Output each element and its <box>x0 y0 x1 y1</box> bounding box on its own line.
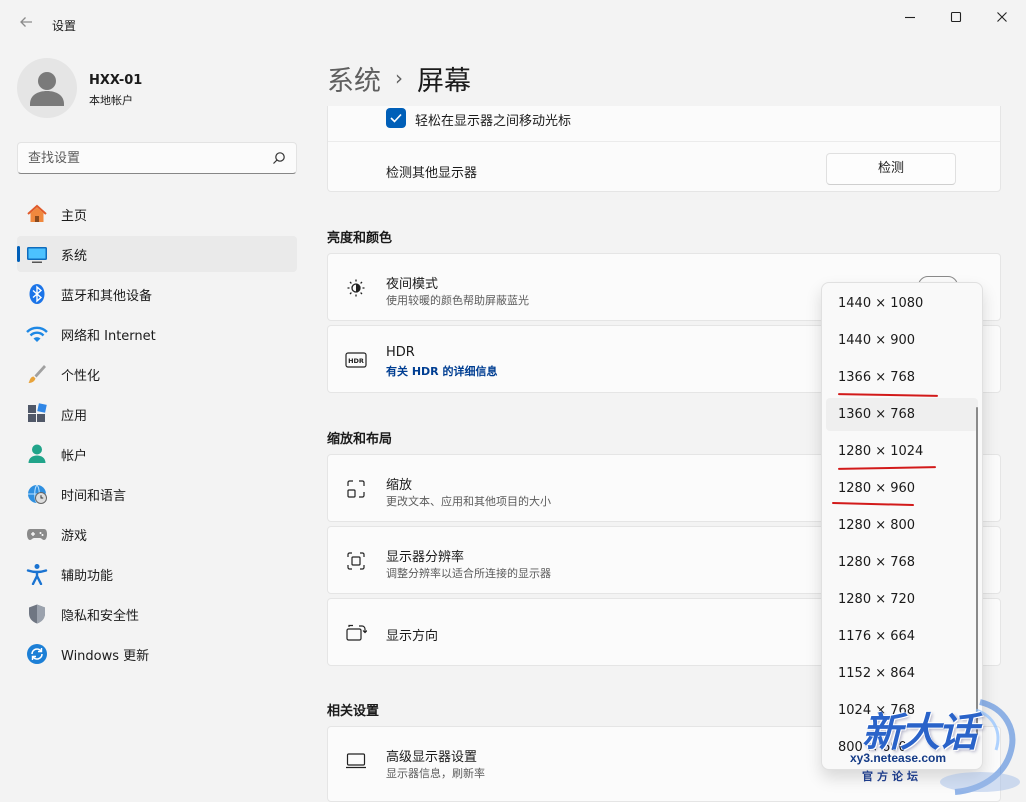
sidebar-item-time-language[interactable]: 时间和语言 <box>17 476 297 512</box>
resolution-option[interactable]: 1366 × 768 <box>826 361 978 394</box>
sidebar-item-apps[interactable]: 应用 <box>17 396 297 432</box>
accessibility-icon <box>26 563 48 585</box>
resolution-option[interactable]: 1280 × 800 <box>826 509 978 542</box>
orientation-icon <box>345 622 367 644</box>
sidebar-item-windows-update[interactable]: Windows 更新 <box>17 636 297 672</box>
app-title: 设置 <box>52 19 77 33</box>
sidebar-item-accessibility[interactable]: 辅助功能 <box>17 556 297 592</box>
resolution-subtitle: 调整分辨率以适合所连接的显示器 <box>386 567 551 580</box>
sidebar-item-label: 辅助功能 <box>61 568 114 584</box>
breadcrumb: 系统 › 屏幕 <box>327 58 471 98</box>
wifi-icon <box>26 323 48 345</box>
brush-icon <box>26 363 48 385</box>
sidebar-nav: 主页 系统 蓝牙和其他设备 网络和 Internet 个性化 应用 帐户 时间和… <box>17 196 297 676</box>
hdr-icon: HDR <box>345 349 367 371</box>
night-light-title: 夜间模式 <box>386 277 439 292</box>
shield-icon <box>26 603 48 625</box>
update-icon <box>26 643 48 665</box>
resolution-title: 显示器分辨率 <box>386 550 465 565</box>
section-title-related: 相关设置 <box>327 704 380 719</box>
detect-button[interactable]: 检测 <box>826 153 956 185</box>
divider <box>328 141 1000 142</box>
sidebar-item-label: 应用 <box>61 408 88 424</box>
move-cursor-row[interactable]: 轻松在显示器之间移动光标 <box>328 107 1001 135</box>
svg-text:HDR: HDR <box>348 357 364 365</box>
sidebar-item-label: 时间和语言 <box>61 488 127 504</box>
search-icon[interactable] <box>272 151 286 165</box>
watermark-url: xy3.netease.com <box>850 751 947 765</box>
checkmark-icon <box>390 113 402 123</box>
close-icon[interactable] <box>979 6 1025 28</box>
site-watermark: 新大话 xy3.netease.com 官方论坛 <box>830 690 1026 802</box>
sidebar-item-label: 个性化 <box>61 368 101 384</box>
resolution-option[interactable]: 1440 × 1080 <box>826 287 978 320</box>
apps-icon <box>26 403 48 425</box>
gamepad-icon <box>26 523 48 545</box>
multi-display-card: 轻松在显示器之间移动光标 检测其他显示器 检测 <box>327 106 1001 192</box>
system-icon <box>26 243 48 265</box>
hdr-info-link[interactable]: 有关 HDR 的详细信息 <box>386 363 497 379</box>
sidebar-item-accounts[interactable]: 帐户 <box>17 436 297 472</box>
sidebar-item-network[interactable]: 网络和 Internet <box>17 316 297 352</box>
breadcrumb-parent[interactable]: 系统 <box>327 59 381 98</box>
back-arrow-icon[interactable] <box>14 13 38 37</box>
resolution-option-hovered[interactable]: 1360 × 768 <box>826 398 978 431</box>
search-box[interactable] <box>17 142 297 174</box>
night-light-subtitle: 使用较暖的颜色帮助屏蔽蓝光 <box>386 294 529 307</box>
sidebar-item-label: Windows 更新 <box>61 648 150 664</box>
hdr-title: HDR <box>386 345 415 360</box>
home-icon <box>26 203 48 225</box>
move-cursor-label: 轻松在显示器之间移动光标 <box>415 114 572 129</box>
account-icon <box>26 443 48 465</box>
move-cursor-checkbox[interactable] <box>386 108 406 128</box>
sidebar-item-label: 隐私和安全性 <box>61 608 140 624</box>
sidebar-item-label: 网络和 Internet <box>61 328 156 344</box>
avatar[interactable] <box>17 58 77 118</box>
detect-displays-label: 检测其他显示器 <box>386 166 478 181</box>
resolution-option[interactable]: 1152 × 864 <box>826 657 978 690</box>
title-bar: 设置 <box>0 0 1026 48</box>
resolution-option[interactable]: 1176 × 664 <box>826 620 978 653</box>
minimize-icon[interactable] <box>887 6 933 28</box>
breadcrumb-separator: › <box>395 66 403 90</box>
watermark-logo: 新大话 <box>862 709 978 756</box>
resolution-option[interactable]: 1280 × 720 <box>826 583 978 616</box>
bluetooth-icon <box>26 283 48 305</box>
sidebar-item-label: 主页 <box>61 208 88 224</box>
resolution-option[interactable]: 1440 × 900 <box>826 324 978 357</box>
scale-icon <box>345 478 367 500</box>
advanced-display-subtitle: 显示器信息，刷新率 <box>386 767 485 780</box>
advanced-display-title: 高级显示器设置 <box>386 750 478 765</box>
monitor-icon <box>345 750 367 772</box>
sidebar-item-label: 帐户 <box>61 448 88 464</box>
sidebar-item-system[interactable]: 系统 <box>17 236 297 272</box>
sidebar-item-privacy[interactable]: 隐私和安全性 <box>17 596 297 632</box>
night-light-icon <box>345 277 367 299</box>
sidebar-item-label: 蓝牙和其他设备 <box>61 288 153 304</box>
dropdown-scrollbar[interactable] <box>976 407 978 737</box>
resolution-option[interactable]: 1280 × 1024 <box>826 435 978 468</box>
sidebar-item-personalization[interactable]: 个性化 <box>17 356 297 392</box>
resolution-option[interactable]: 1280 × 768 <box>826 546 978 579</box>
sidebar-item-bluetooth[interactable]: 蓝牙和其他设备 <box>17 276 297 312</box>
search-input[interactable] <box>18 143 258 173</box>
account-type: 本地帐户 <box>89 94 133 107</box>
section-title-brightness: 亮度和颜色 <box>327 231 393 246</box>
scale-title: 缩放 <box>386 478 413 493</box>
scale-subtitle: 更改文本、应用和其他项目的大小 <box>386 495 551 508</box>
sidebar-item-label: 游戏 <box>61 528 88 544</box>
page-title: 屏幕 <box>417 65 471 97</box>
watermark-subtitle: 官方论坛 <box>862 770 922 783</box>
orientation-title: 显示方向 <box>386 629 439 644</box>
maximize-icon[interactable] <box>933 6 979 28</box>
sidebar-item-gaming[interactable]: 游戏 <box>17 516 297 552</box>
user-name: HXX-01 <box>89 73 143 88</box>
sidebar-item-label: 系统 <box>61 248 88 264</box>
resolution-option[interactable]: 1280 × 960 <box>826 472 978 505</box>
resolution-icon <box>345 550 367 572</box>
globe-clock-icon <box>26 483 48 505</box>
user-silhouette-icon <box>30 72 64 106</box>
section-title-scale-layout: 缩放和布局 <box>327 432 393 447</box>
sidebar-item-home[interactable]: 主页 <box>17 196 297 232</box>
